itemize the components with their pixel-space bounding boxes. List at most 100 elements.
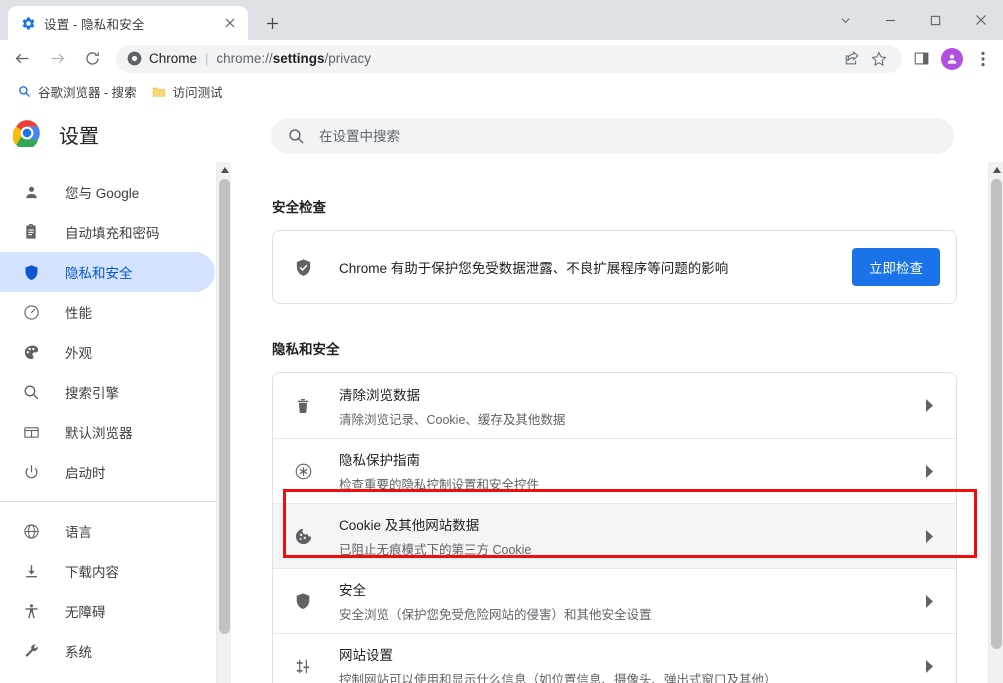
- sidebar-item-default-browser[interactable]: 默认浏览器: [0, 412, 215, 452]
- performance-icon: [21, 302, 41, 322]
- bookmark-bar: 谷歌浏览器 - 搜索 访问测试: [0, 77, 1003, 106]
- content-scrollbar[interactable]: [988, 162, 1003, 683]
- arrow-forward-icon[interactable]: [42, 44, 72, 74]
- chevron-right-icon[interactable]: [920, 594, 938, 608]
- sidebar-item-label: 隐私和安全: [65, 266, 133, 281]
- bookmark-item-search[interactable]: 谷歌浏览器 - 搜索: [9, 80, 144, 104]
- list-item-texts: 安全 安全浏览（保护您免受危险网站的侵害）和其他安全设置: [339, 579, 920, 623]
- sidebar-item-languages[interactable]: 语言: [0, 511, 215, 551]
- chevron-down-icon[interactable]: [823, 4, 868, 36]
- list-item-title: 清除浏览数据: [339, 387, 420, 403]
- sidebar-item-reset-settings[interactable]: 重置设置: [0, 671, 215, 683]
- close-icon[interactable]: [958, 4, 1003, 36]
- browser-toolbar: Chrome | chrome://settings/privacy: [0, 40, 1003, 77]
- list-item-subtitle: 控制网站可以使用和显示什么信息（如位置信息、摄像头、弹出式窗口及其他）: [339, 673, 777, 683]
- sidebar-item-on-startup[interactable]: 启动时: [0, 452, 215, 492]
- chrome-logo-icon: [12, 119, 43, 150]
- minimize-icon[interactable]: [868, 4, 913, 36]
- list-item-texts: 清除浏览数据 清除浏览记录、Cookie、缓存及其他数据: [339, 384, 920, 428]
- gear-icon: [20, 15, 36, 31]
- wrench-icon: [21, 641, 41, 661]
- sidebar-item-search-engine[interactable]: 搜索引擎: [0, 372, 215, 412]
- trash-icon: [293, 396, 313, 416]
- list-item-title: 隐私保护指南: [339, 453, 420, 468]
- close-icon[interactable]: [220, 13, 240, 33]
- sidebar-item-accessibility[interactable]: 无障碍: [0, 591, 215, 631]
- search-input[interactable]: [319, 128, 938, 144]
- folder-icon: [151, 84, 167, 100]
- omnibox-actions: [838, 46, 892, 72]
- arrow-back-icon[interactable]: [7, 44, 37, 74]
- globe-icon: [21, 521, 41, 541]
- sidebar-divider: [0, 501, 231, 502]
- list-item-subtitle: 已阻止无痕模式下的第三方 Cookie: [339, 543, 532, 557]
- omnibox-url: chrome://settings/privacy: [216, 51, 371, 66]
- profile-avatar-icon[interactable]: [941, 47, 963, 70]
- settings-search: [271, 118, 954, 154]
- privacy-settings-list: 清除浏览数据 清除浏览记录、Cookie、缓存及其他数据 隐私保护指南 检查重要…: [272, 372, 957, 683]
- sidebar-item-label: 默认浏览器: [65, 426, 133, 441]
- omnibox-separator: |: [205, 51, 209, 66]
- list-item-texts: 隐私保护指南 检查重要的隐私控制设置和安全控件: [339, 449, 920, 493]
- sidebar-scrollbar-thumb[interactable]: [219, 179, 230, 634]
- settings-sidebar: 您与 Google 自动填充和密码 隐私和安全 性能 外观 搜索引擎 默认浏览器…: [0, 162, 231, 683]
- site-settings-icon: [293, 656, 313, 676]
- download-icon: [21, 561, 41, 581]
- address-bar[interactable]: Chrome | chrome://settings/privacy: [116, 44, 902, 73]
- palette-icon: [21, 342, 41, 362]
- sidebar-item-label: 无障碍: [65, 605, 106, 620]
- bookmark-item-folder[interactable]: 访问测试: [144, 80, 230, 104]
- list-item-security[interactable]: 安全 安全浏览（保护您免受危险网站的侵害）和其他安全设置: [273, 568, 956, 633]
- settings-content: 安全检查 Chrome 有助于保护您免受数据泄露、不良扩展程序等问题的影响 立即…: [231, 162, 988, 683]
- person-icon: [21, 182, 41, 202]
- chevron-right-icon[interactable]: [920, 659, 938, 673]
- scroll-up-arrow-icon[interactable]: [217, 162, 231, 177]
- reload-icon[interactable]: [77, 44, 107, 74]
- sidebar-item-label: 搜索引擎: [65, 386, 119, 401]
- content-scrollbar-thumb[interactable]: [991, 179, 1002, 649]
- sidebar-item-label: 下载内容: [65, 565, 119, 580]
- safety-check-description: Chrome 有助于保护您免受数据泄露、不良扩展程序等问题的影响: [339, 261, 729, 276]
- side-panel-icon[interactable]: [906, 44, 936, 74]
- star-icon[interactable]: [866, 46, 892, 72]
- sidebar-item-autofill[interactable]: 自动填充和密码: [0, 212, 215, 252]
- chevron-right-icon[interactable]: [920, 464, 938, 478]
- new-tab-button[interactable]: [258, 9, 286, 37]
- shield-check-icon: [293, 257, 313, 277]
- check-now-button[interactable]: 立即检查: [852, 248, 940, 286]
- sidebar-item-label: 语言: [65, 525, 92, 540]
- settings-page: 设置 您与 G: [0, 106, 1003, 683]
- share-icon[interactable]: [838, 46, 864, 72]
- sidebar-item-performance[interactable]: 性能: [0, 292, 215, 332]
- sidebar-item-you-and-google[interactable]: 您与 Google: [0, 172, 215, 212]
- browser-tab[interactable]: 设置 - 隐私和安全: [8, 6, 248, 40]
- list-item-cookies-and-site-data[interactable]: Cookie 及其他网站数据 已阻止无痕模式下的第三方 Cookie: [273, 503, 956, 568]
- scroll-up-arrow-icon[interactable]: [989, 162, 1003, 177]
- sidebar-item-privacy-and-security[interactable]: 隐私和安全: [0, 252, 215, 292]
- sidebar-item-system[interactable]: 系统: [0, 631, 215, 671]
- sidebar-item-label: 系统: [65, 645, 92, 660]
- sidebar-scrollbar[interactable]: [216, 162, 231, 683]
- privacy-guide-icon: [293, 461, 313, 481]
- list-item-privacy-guide[interactable]: 隐私保护指南 检查重要的隐私控制设置和安全控件: [273, 438, 956, 503]
- chevron-right-icon[interactable]: [920, 529, 938, 543]
- list-item-clear-browsing-data[interactable]: 清除浏览数据 清除浏览记录、Cookie、缓存及其他数据: [273, 373, 956, 438]
- sidebar-item-label: 外观: [65, 346, 92, 361]
- accessibility-icon: [21, 601, 41, 621]
- safety-check-row: Chrome 有助于保护您免受数据泄露、不良扩展程序等问题的影响 立即检查: [273, 231, 956, 303]
- sidebar-item-downloads[interactable]: 下载内容: [0, 551, 215, 591]
- chevron-right-icon[interactable]: [920, 399, 938, 412]
- list-item-site-settings[interactable]: 网站设置 控制网站可以使用和显示什么信息（如位置信息、摄像头、弹出式窗口及其他）: [273, 633, 956, 683]
- three-dot-menu-icon[interactable]: [968, 44, 998, 74]
- safety-check-heading: 安全检查: [272, 200, 326, 215]
- list-item-title: Cookie 及其他网站数据: [339, 518, 480, 533]
- sidebar-item-label: 性能: [65, 306, 92, 321]
- sidebar-item-appearance[interactable]: 外观: [0, 332, 215, 372]
- maximize-icon[interactable]: [913, 4, 958, 36]
- bookmark-label: 访问测试: [172, 86, 223, 100]
- search-box[interactable]: [271, 118, 954, 154]
- list-item-subtitle: 清除浏览记录、Cookie、缓存及其他数据: [339, 412, 566, 427]
- safety-check-card: Chrome 有助于保护您免受数据泄露、不良扩展程序等问题的影响 立即检查: [272, 230, 957, 304]
- list-item-texts: 网站设置 控制网站可以使用和显示什么信息（如位置信息、摄像头、弹出式窗口及其他）: [339, 644, 920, 683]
- chrome-icon: [126, 51, 142, 67]
